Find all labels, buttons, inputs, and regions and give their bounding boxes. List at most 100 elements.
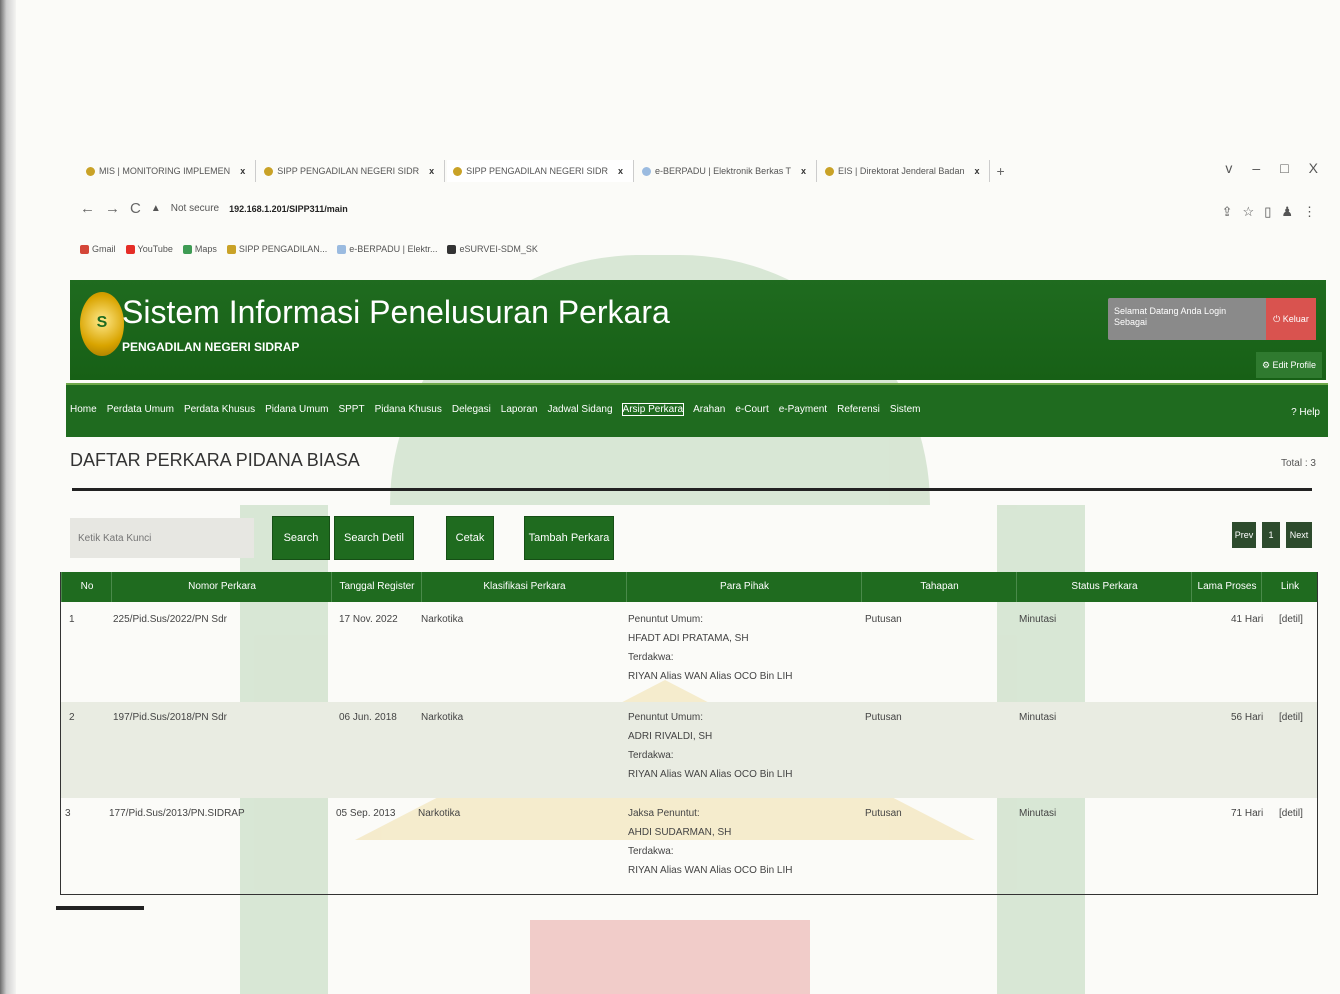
col-para-pihak[interactable]: Para Pihak	[626, 572, 862, 602]
row-tanggal: 17 Nov. 2022	[339, 614, 398, 625]
bookmark-esurvei[interactable]: eSURVEI-SDM_SK	[447, 244, 538, 255]
menu-item-sistem[interactable]: Sistem	[890, 404, 921, 415]
sipp-icon	[226, 245, 236, 255]
tambah-perkara-button[interactable]: Tambah Perkara	[524, 516, 614, 560]
row-no: 1	[69, 614, 75, 625]
row-tahapan: Putusan	[865, 712, 902, 723]
close-tab-icon[interactable]: x	[618, 166, 623, 176]
favicon-icon	[264, 166, 274, 176]
menu-item-perdata-khusus[interactable]: Perdata Khusus	[184, 404, 255, 415]
sidebar-icon[interactable]: ▯	[1264, 204, 1271, 220]
row-tanggal: 06 Jun. 2018	[339, 712, 397, 723]
col-nomor-perkara[interactable]: Nomor Perkara	[111, 572, 332, 602]
profile-icon[interactable]: ♟	[1281, 204, 1293, 220]
browser-tab[interactable]: MIS | MONITORING IMPLEMEN x	[80, 160, 257, 182]
browser-tab-active[interactable]: SIPP PENGADILAN NEGERI SIDR x	[447, 160, 634, 182]
row-lama: 41 Hari	[1231, 614, 1264, 625]
search-button[interactable]: Search	[272, 516, 330, 560]
bookmark-gmail[interactable]: Gmail	[80, 244, 116, 255]
menu-item-sppt[interactable]: SPPT	[338, 404, 364, 415]
paper-edge	[0, 0, 16, 994]
warning-icon: ▲	[150, 203, 161, 214]
edit-profile-button[interactable]: ⚙ Edit Profile	[1256, 352, 1322, 378]
row-klasifikasi: Narkotika	[421, 712, 464, 723]
close-tab-icon[interactable]: x	[801, 166, 806, 176]
page-number-button[interactable]: 1	[1262, 522, 1280, 548]
welcome-text: Selamat Datang Anda Login Sebagai	[1114, 306, 1227, 327]
menu-item-pidana-khusus[interactable]: Pidana Khusus	[375, 404, 442, 415]
menu-icon[interactable]: ⋮	[1303, 204, 1316, 220]
menu-item-pidana-umum[interactable]: Pidana Umum	[265, 404, 328, 415]
bookmarks-bar: Gmail YouTube Maps SIPP PENGADILAN... e-…	[80, 244, 538, 255]
logout-button[interactable]: ⏻ Keluar	[1266, 298, 1316, 340]
menu-item-jadwal-sidang[interactable]: Jadwal Sidang	[548, 404, 613, 415]
menu-item-perdata-umum[interactable]: Perdata Umum	[107, 404, 174, 415]
reload-icon[interactable]: C	[130, 200, 141, 217]
bookmark-sipp[interactable]: SIPP PENGADILAN...	[226, 244, 327, 255]
security-label: Not secure	[170, 203, 220, 214]
col-tanggal-register[interactable]: Tanggal Register	[331, 572, 422, 602]
row-status: Minutasi	[1019, 808, 1057, 819]
col-no[interactable]: No	[61, 572, 112, 602]
menu-item-ecourt[interactable]: e-Court	[735, 404, 768, 415]
row-lama: 71 Hari	[1231, 808, 1264, 819]
tab-search-icon[interactable]: v	[1225, 160, 1232, 176]
prev-page-button[interactable]: Prev	[1232, 522, 1256, 548]
menu-item-referensi[interactable]: Referensi	[837, 404, 880, 415]
search-input[interactable]	[70, 518, 254, 558]
share-icon[interactable]: ⇪	[1222, 204, 1233, 220]
menu-item-laporan[interactable]: Laporan	[501, 404, 538, 415]
gmail-icon	[80, 245, 89, 255]
detil-link[interactable]: [detil]	[1279, 712, 1303, 723]
browser-tab[interactable]: e-BERPADU | Elektronik Berkas Tx	[636, 160, 818, 182]
col-tahapan[interactable]: Tahapan	[861, 572, 1017, 602]
next-page-button[interactable]: Next	[1286, 522, 1312, 548]
favicon-icon	[641, 166, 651, 176]
close-tab-icon[interactable]: x	[240, 166, 245, 176]
col-klasifikasi[interactable]: Klasifikasi Perkara	[421, 572, 627, 602]
help-link[interactable]: ? Help	[1291, 407, 1320, 418]
bookmark-maps[interactable]: Maps	[182, 244, 217, 255]
row-tahapan: Putusan	[865, 808, 902, 819]
row-para-pihak: Penuntut Umum: HFADT ADI PRATAMA, SH Ter…	[628, 614, 793, 682]
row-tahapan: Putusan	[865, 614, 902, 625]
bookmark-eberpadu[interactable]: e-BERPADU | Elektr...	[337, 244, 437, 255]
court-name: PENGADILAN NEGERI SIDRAP	[122, 340, 300, 354]
close-tab-icon[interactable]: x	[429, 166, 434, 176]
col-status[interactable]: Status Perkara	[1016, 572, 1192, 602]
back-icon[interactable]: ←	[80, 200, 95, 217]
welcome-box: Selamat Datang Anda Login Sebagai ⏻ Kelu…	[1108, 298, 1316, 340]
row-klasifikasi: Narkotika	[418, 808, 461, 819]
search-detil-button[interactable]: Search Detil	[334, 516, 414, 560]
close-tab-icon[interactable]: x	[974, 166, 979, 176]
detil-link[interactable]: [detil]	[1279, 808, 1303, 819]
minimize-button[interactable]: –	[1252, 160, 1260, 176]
url-field[interactable]: 192.168.1.201/SIPP311/main	[229, 204, 348, 214]
new-tab-button[interactable]: +	[996, 163, 1004, 179]
maximize-button[interactable]: □	[1280, 160, 1288, 176]
menu-item-home[interactable]: Home	[70, 404, 97, 415]
col-link[interactable]: Link	[1261, 572, 1318, 602]
window-controls: v – □ X	[1225, 160, 1318, 176]
row-klasifikasi: Narkotika	[421, 614, 464, 625]
menu-item-epayment[interactable]: e-Payment	[779, 404, 827, 415]
row-para-pihak: Jaksa Penuntut: AHDI SUDARMAN, SH Terdak…	[628, 808, 793, 876]
menu-item-arsip-perkara[interactable]: Arsip Perkara	[621, 403, 685, 416]
browser-tab[interactable]: SIPP PENGADILAN NEGERI SIDR x	[258, 160, 446, 182]
forward-icon[interactable]: →	[105, 200, 120, 217]
menu-item-delegasi[interactable]: Delegasi	[452, 404, 491, 415]
court-logo: S	[80, 292, 124, 356]
browser-tab[interactable]: EIS | Direktorat Jenderal Badan x	[819, 160, 991, 182]
col-lama-proses[interactable]: Lama Proses	[1191, 572, 1262, 602]
bookmark-youtube[interactable]: YouTube	[125, 244, 173, 255]
system-title: Sistem Informasi Penelusuran Perkara	[122, 294, 670, 330]
row-no: 3	[65, 808, 71, 819]
star-icon[interactable]: ☆	[1243, 204, 1255, 220]
close-window-button[interactable]: X	[1309, 160, 1318, 176]
menu-item-arahan[interactable]: Arahan	[693, 404, 725, 415]
row-status: Minutasi	[1019, 614, 1057, 625]
title-divider	[72, 488, 1312, 491]
youtube-icon	[125, 245, 135, 255]
cetak-button[interactable]: Cetak	[446, 516, 494, 560]
detil-link[interactable]: [detil]	[1279, 614, 1303, 625]
